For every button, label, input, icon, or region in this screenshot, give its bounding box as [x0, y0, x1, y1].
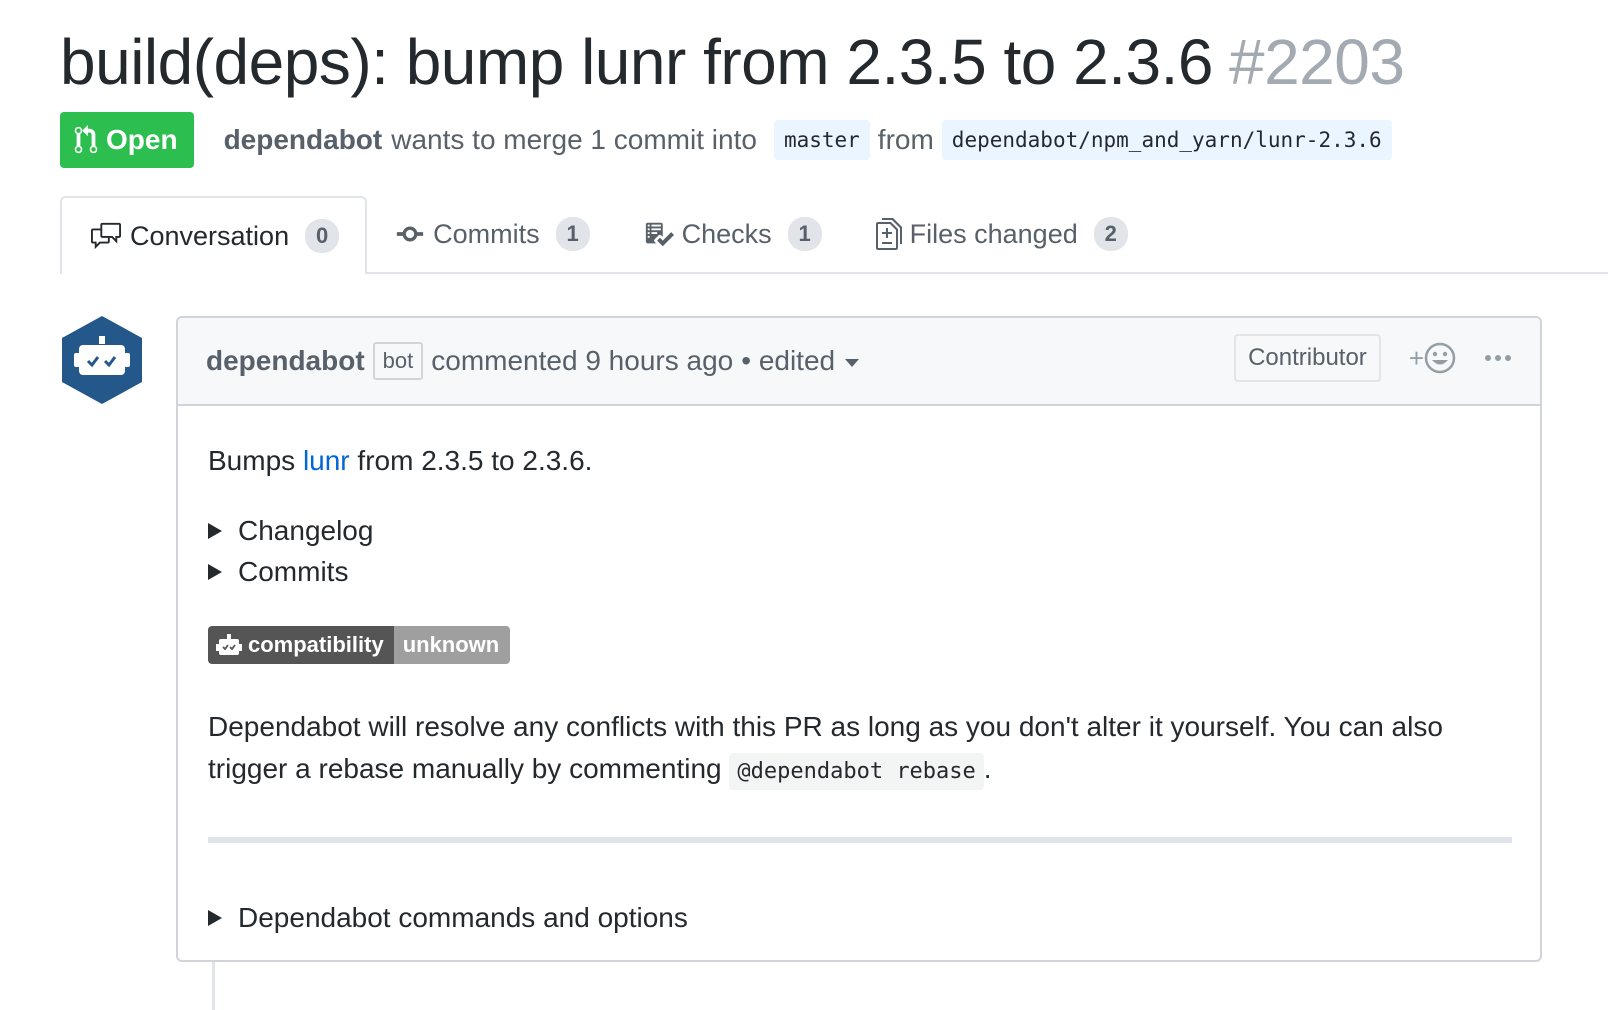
details-summary: Commits — [238, 555, 349, 587]
triangle-right-icon — [208, 522, 222, 539]
triangle-right-icon — [208, 910, 222, 926]
base-branch-ref[interactable]: master — [773, 120, 870, 160]
bumps-prefix: Bumps — [208, 445, 296, 476]
badge-left: compatibility — [208, 626, 394, 664]
checklist-icon — [645, 222, 674, 247]
tab-counter: 0 — [305, 219, 340, 253]
tab-label: Checks — [681, 218, 772, 249]
pr-merge-summary: dependabot wants to merge 1 commit into … — [224, 120, 1400, 160]
avatar[interactable] — [60, 316, 144, 404]
tab-conversation[interactable]: Conversation 0 — [60, 196, 368, 274]
kebab-horizontal-icon — [1485, 355, 1511, 361]
pr-state-badge: Open — [60, 112, 194, 168]
pr-title: build(deps): bump lunr from 2.3.5 to 2.3… — [60, 24, 1405, 100]
bumps-suffix: from 2.3.5 to 2.3.6. — [357, 445, 593, 476]
file-diff-icon — [875, 218, 902, 250]
tab-label: Conversation — [130, 220, 290, 251]
badge-value: unknown — [393, 626, 511, 664]
add-reaction-button[interactable]: + — [1409, 342, 1456, 374]
git-commit-icon — [396, 226, 424, 242]
tab-commits[interactable]: Commits 1 — [367, 196, 616, 272]
tab-counter: 2 — [1093, 217, 1128, 251]
comment-actions: Contributor + — [1234, 334, 1512, 382]
triangle-right-icon — [208, 563, 222, 580]
timeline-line — [212, 962, 215, 1010]
details-changelog[interactable]: Changelog — [208, 510, 1512, 551]
details-commits[interactable]: Commits — [208, 551, 1512, 592]
rebase-end: . — [983, 753, 992, 784]
comment-body: Bumps lunr from 2.3.5 to 2.3.6. Changelo… — [178, 406, 1540, 939]
comment-author-link[interactable]: dependabot — [206, 345, 365, 377]
badge-label: compatibility — [248, 632, 384, 657]
pr-state-label: Open — [106, 124, 178, 155]
author-association-label: Contributor — [1234, 334, 1381, 382]
pr-merge-text: wants to merge 1 commit into — [391, 124, 757, 155]
tab-label: Files changed — [909, 218, 1078, 249]
dependabot-icon — [216, 634, 242, 655]
edited-dropdown[interactable]: • edited — [741, 345, 860, 377]
plus-label: + — [1408, 342, 1424, 373]
pr-title-text: build(deps): bump lunr from 2.3.5 to 2.3… — [60, 26, 1213, 98]
comment-header: dependabot bot commented 9 hours ago • e… — [178, 318, 1540, 406]
bumps-line: Bumps lunr from 2.3.5 to 2.3.6. — [208, 440, 1512, 482]
details-commands[interactable]: Dependabot commands and options — [208, 897, 1512, 939]
comment-timestamp[interactable]: commented 9 hours ago — [431, 345, 733, 377]
pr-from-text: from — [877, 124, 934, 155]
divider — [208, 837, 1512, 843]
pr-author-link[interactable]: dependabot — [224, 124, 383, 156]
dependabot-logo-icon — [62, 316, 142, 404]
rebase-command-code: @dependabot rebase — [729, 753, 984, 790]
comment-discussion-icon — [91, 222, 121, 250]
tab-counter: 1 — [787, 217, 822, 251]
comment-box: dependabot bot commented 9 hours ago • e… — [176, 316, 1542, 962]
tab-counter: 1 — [555, 217, 590, 251]
details-list: Changelog Commits — [208, 510, 1512, 592]
lunr-link[interactable]: lunr — [303, 445, 350, 476]
head-branch-ref[interactable]: dependabot/npm_and_yarn/lunr-2.3.6 — [941, 120, 1392, 160]
details-summary: Dependabot commands and options — [238, 902, 688, 933]
edited-label: • edited — [741, 345, 836, 376]
bot-label: bot — [372, 342, 424, 380]
pr-number: #2203 — [1228, 26, 1405, 98]
compatibility-badge[interactable]: compatibility unknown — [208, 626, 511, 664]
more-options-button[interactable] — [1484, 354, 1512, 362]
tab-label: Commits — [433, 218, 540, 249]
details-summary: Changelog — [238, 514, 374, 546]
tab-checks[interactable]: Checks 1 — [616, 196, 848, 272]
git-pull-request-icon — [74, 125, 98, 154]
rebase-paragraph: Dependabot will resolve any conflicts wi… — [208, 706, 1498, 793]
smiley-icon — [1424, 342, 1456, 374]
caret-down-icon — [845, 358, 860, 367]
pr-tabs: Conversation 0 Commits 1 Checks 1 Files … — [60, 196, 1608, 274]
pr-meta: Open dependabot wants to merge 1 commit … — [60, 112, 1400, 168]
tab-files-changed[interactable]: Files changed 2 — [848, 196, 1154, 272]
